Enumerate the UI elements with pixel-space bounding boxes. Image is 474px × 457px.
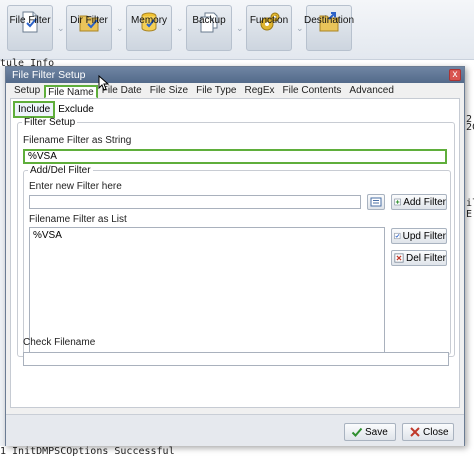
destination-button[interactable]: Destination	[303, 5, 355, 51]
filter-string-input[interactable]: %VSA	[23, 149, 447, 164]
add-icon	[394, 198, 401, 206]
dialog-title: File Filter Setup	[12, 69, 86, 81]
tab-include[interactable]: Include	[13, 101, 56, 118]
tab-file-size[interactable]: File Size	[146, 85, 192, 99]
update-icon	[394, 232, 401, 240]
browse-button[interactable]	[367, 194, 385, 210]
update-filter-label: Upd Filter	[402, 230, 446, 242]
delete-icon	[394, 253, 404, 263]
destination-label: Destination	[303, 15, 355, 26]
close-button[interactable]: Close	[402, 423, 454, 441]
tab-file-type[interactable]: File Type	[192, 85, 240, 99]
dir-filter-button[interactable]: Dir Filter	[66, 5, 112, 51]
tab-regex[interactable]: RegEx	[240, 85, 278, 99]
list-icon	[370, 197, 382, 207]
background-glyph: il	[466, 198, 474, 209]
filter-string-value: %VSA	[28, 151, 57, 162]
close-icon[interactable]: x	[449, 69, 461, 81]
filter-list-label: Filename Filter as List	[29, 214, 127, 225]
dir-filter-label: Dir Filter	[70, 15, 108, 26]
add-del-filter-legend: Add/Del Filter	[30, 165, 91, 176]
background-glyph: 2C	[466, 122, 474, 133]
memory-label: Memory	[130, 15, 168, 26]
save-label: Save	[365, 426, 388, 438]
file-filter-button[interactable]: File Filter	[7, 5, 53, 51]
close-label: Close	[423, 426, 449, 438]
file-filter-setup-dialog: File Filter Setup x Setup File Name File…	[5, 66, 465, 446]
save-button[interactable]: Save	[344, 423, 396, 441]
backup-label: Backup	[192, 15, 226, 26]
tab-exclude[interactable]: Exclude	[55, 103, 97, 116]
file-name-panel: Include Exclude Filter Setup Filename Fi…	[10, 98, 460, 408]
memory-button[interactable]: Memory	[126, 5, 172, 51]
dialog-title-bar[interactable]: File Filter Setup x	[6, 67, 464, 83]
filter-list[interactable]: %VSA	[29, 227, 385, 355]
dialog-footer: Save Close	[6, 414, 464, 446]
file-filter-label: File Filter	[9, 15, 51, 26]
main-toolbar: File Filter ⌄ Dir Filter ⌄ Memory ⌄ Back…	[0, 0, 474, 60]
update-filter-button[interactable]: Upd Filter	[391, 228, 447, 244]
delete-filter-label: Del Filter	[405, 252, 446, 264]
toolbar-separator-icon: ⌄	[236, 23, 244, 33]
check-filename-input[interactable]	[23, 352, 449, 366]
new-filter-label: Enter new Filter here	[29, 181, 122, 192]
log-line: 1 InitDMPSCOptions Successful	[0, 446, 175, 457]
filter-string-label: Filename Filter as String	[23, 135, 132, 146]
close-icon	[410, 427, 420, 437]
add-filter-label: Add Filter	[403, 196, 446, 208]
tab-file-name[interactable]: File Name	[44, 85, 98, 99]
filter-setup-legend: Filter Setup	[24, 117, 76, 128]
toolbar-separator-icon: ⌄	[116, 23, 124, 33]
tab-setup[interactable]: Setup	[10, 85, 44, 99]
mouse-cursor-icon	[98, 75, 110, 91]
checkmark-icon	[351, 427, 363, 437]
background-glyph: E	[466, 209, 473, 220]
function-label: Function	[249, 15, 289, 26]
include-exclude-tabs: Include Exclude	[13, 101, 97, 118]
function-button[interactable]: Function	[246, 5, 292, 51]
new-filter-input[interactable]	[29, 195, 361, 209]
list-item[interactable]: %VSA	[33, 230, 381, 241]
check-filename-label: Check Filename	[23, 337, 96, 348]
add-filter-button[interactable]: Add Filter	[391, 194, 447, 210]
filter-tabs: Setup File Name File Date File Size File…	[10, 85, 398, 99]
toolbar-separator-icon: ⌄	[176, 23, 184, 33]
backup-button[interactable]: Backup	[186, 5, 232, 51]
delete-filter-button[interactable]: Del Filter	[391, 250, 447, 266]
tab-file-contents[interactable]: File Contents	[279, 85, 346, 99]
tab-advanced[interactable]: Advanced	[345, 85, 397, 99]
